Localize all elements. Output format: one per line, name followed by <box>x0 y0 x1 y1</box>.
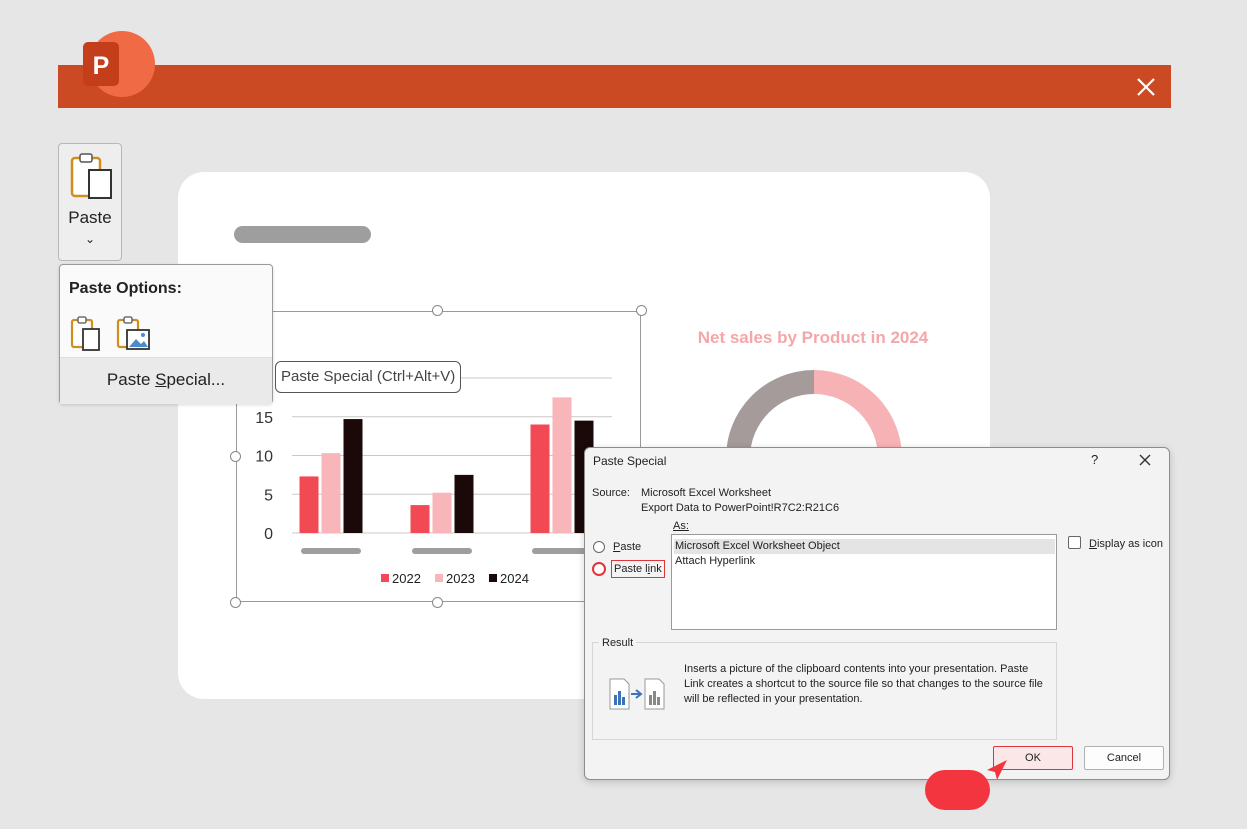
paste-radio-label[interactable]: Paste <box>613 541 641 553</box>
list-item[interactable]: Microsoft Excel Worksheet Object <box>674 539 1055 554</box>
paste-special-dialog: Paste Special ? Source: Microsoft Excel … <box>584 447 1170 780</box>
dialog-title: Paste Special <box>593 454 667 468</box>
source-label: Source: <box>592 487 630 499</box>
paste-button[interactable]: Paste ⌄ <box>58 143 122 261</box>
paste-as-picture-icon[interactable] <box>115 315 151 356</box>
paste-link-result-icon <box>607 677 671 714</box>
source-type: Microsoft Excel Worksheet <box>641 487 772 499</box>
close-icon[interactable] <box>1138 453 1152 470</box>
as-label: As: <box>673 520 689 532</box>
help-button[interactable]: ? <box>1091 452 1098 467</box>
resize-handle-bottom[interactable] <box>432 597 443 608</box>
paste-special-menu-item[interactable]: Paste Special... <box>60 358 272 404</box>
result-description: Inserts a picture of the clipboard conte… <box>684 663 1043 705</box>
resize-handle-bottom-left[interactable] <box>230 597 241 608</box>
display-as-icon-checkbox[interactable] <box>1068 536 1081 549</box>
resize-handle-left[interactable] <box>230 451 241 462</box>
paste-label: Paste <box>68 208 112 227</box>
result-label: Result <box>599 637 637 649</box>
as-format-list[interactable]: Microsoft Excel Worksheet Object Attach … <box>671 534 1057 630</box>
cancel-button[interactable]: Cancel <box>1084 746 1164 770</box>
donut-chart <box>726 370 902 460</box>
paste-radio[interactable] <box>593 541 605 553</box>
resize-handle-top[interactable] <box>432 305 443 316</box>
paste-options-header: Paste Options: <box>69 280 182 297</box>
paste-link-radio-label[interactable]: Paste link <box>611 560 665 578</box>
paste-special-label: Paste Special... <box>106 370 226 389</box>
pointer-cursor-icon <box>985 758 1011 789</box>
resize-handle-top-right[interactable] <box>636 305 647 316</box>
chevron-down-icon[interactable]: ⌄ <box>59 232 121 246</box>
paste-link-radio[interactable] <box>592 562 606 576</box>
clipboard-paste-icon <box>69 152 115 207</box>
paste-special-tooltip: Paste Special (Ctrl+Alt+V) <box>275 361 462 393</box>
highlight-marker <box>925 770 990 810</box>
source-range: Export Data to PowerPoint!R7C2:R21C6 <box>641 502 840 514</box>
donut-chart-title: Net sales by Product in 2024 <box>697 328 929 347</box>
list-item[interactable]: Attach Hyperlink <box>674 554 755 569</box>
display-as-icon-label[interactable]: Display as icon <box>1089 538 1163 550</box>
paste-options-menu: Paste Options: Paste Special... <box>59 264 273 404</box>
paste-keep-source-icon[interactable] <box>69 315 105 356</box>
chart-selection-frame[interactable] <box>236 311 641 602</box>
